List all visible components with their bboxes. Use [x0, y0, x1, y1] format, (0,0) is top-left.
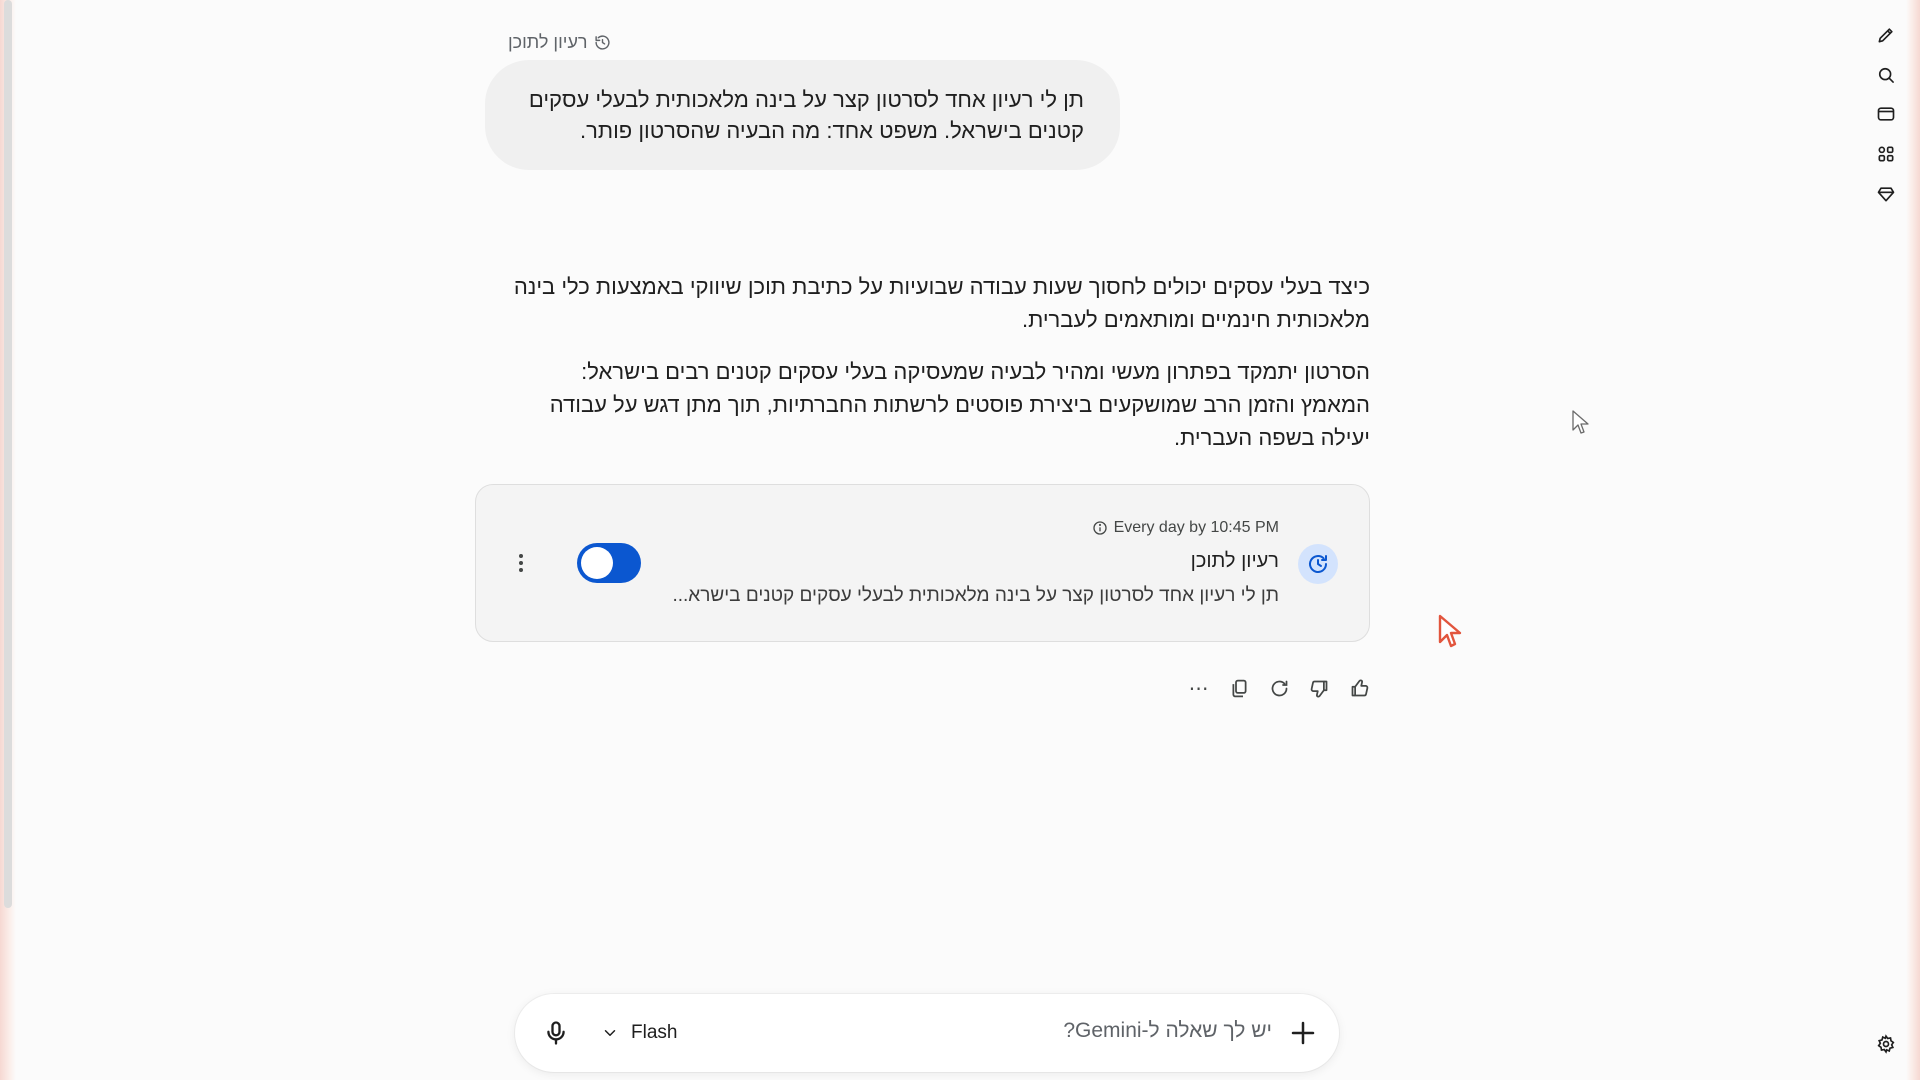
schedule-meta: Every day by 10:45 PM [1092, 519, 1279, 537]
more-options-glyph: ⋯ [1188, 677, 1210, 700]
model-selector[interactable]: Flash [601, 1016, 677, 1050]
scrollbar[interactable] [4, 0, 12, 908]
prompt-input-bar[interactable]: Flash יש לך שאלה ל-Gemini? [515, 994, 1339, 1072]
scheduled-action-card[interactable]: Every day by 10:45 PM רעיון לתוכן תן לי … [475, 484, 1370, 642]
response-actions: ⋯ [1185, 672, 1373, 704]
gem-icon[interactable] [1873, 181, 1899, 207]
schedule-clock-icon [1298, 544, 1338, 584]
toggle-knob [581, 547, 613, 579]
add-icon[interactable] [1288, 1018, 1318, 1048]
model-response: כיצד בעלי עסקים יכולים לחסוך שעות עבודה … [512, 270, 1370, 473]
chat-icon[interactable] [1873, 101, 1899, 127]
right-edge-glow [1906, 0, 1920, 1080]
more-options-icon[interactable]: ⋯ [1185, 672, 1213, 704]
search-icon[interactable] [1873, 62, 1899, 88]
settings-icon[interactable] [1873, 1031, 1899, 1057]
highlighted-cursor-icon [1438, 614, 1462, 648]
copy-icon[interactable] [1225, 672, 1253, 704]
schedule-title: רעיון לתוכן [1190, 550, 1279, 572]
schedule-description: תן לי רעיון אחד לסרטון קצר על בינה מלאכו… [672, 585, 1279, 606]
history-icon [594, 34, 610, 50]
schedule-toggle[interactable] [577, 543, 641, 583]
thumbs-down-icon[interactable] [1305, 672, 1333, 704]
regenerate-icon[interactable] [1265, 672, 1293, 704]
user-message-bubble: תן לי רעיון אחד לסרטון קצר על בינה מלאכו… [485, 60, 1120, 170]
microphone-icon[interactable] [542, 1019, 570, 1047]
info-icon [1092, 521, 1107, 535]
card-menu-icon[interactable] [516, 549, 526, 577]
prompt-input-placeholder[interactable]: יש לך שאלה ל-Gemini? [1063, 1019, 1272, 1043]
thumbs-up-icon[interactable] [1345, 672, 1373, 704]
prompt-label-text: רעיון לתוכן [508, 31, 588, 52]
response-paragraph: כיצד בעלי עסקים יכולים לחסוך שעות עבודה … [513, 274, 1370, 332]
apps-icon[interactable] [1873, 141, 1899, 167]
chevron-down-icon [604, 1030, 616, 1036]
model-name: Flash [631, 1022, 678, 1043]
schedule-text: Every day by 10:45 PM [1113, 519, 1279, 536]
response-paragraph: הסרטון יתמקד בפתרון מעשי ומהיר לבעיה שמע… [549, 359, 1370, 450]
prompt-label: רעיון לתוכן [508, 30, 611, 54]
edit-icon[interactable] [1873, 22, 1899, 48]
mouse-cursor-icon [1572, 410, 1589, 434]
